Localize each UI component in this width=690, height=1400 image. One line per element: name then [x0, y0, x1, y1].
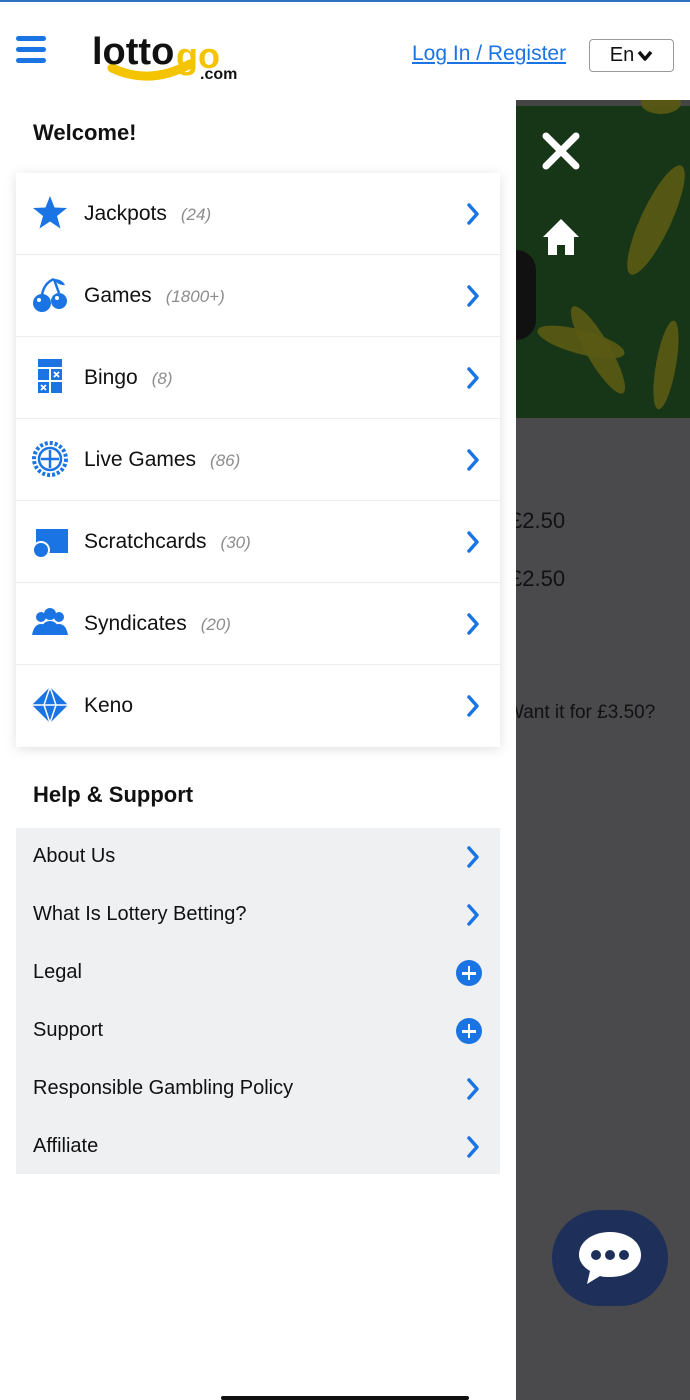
plus-circle-icon[interactable]: [456, 1018, 482, 1044]
menu-item-games[interactable]: Games (1800+): [16, 255, 500, 337]
chevron-right-icon: [467, 285, 479, 307]
menu-item-label: Scratchcards: [84, 529, 207, 553]
home-indicator: [221, 1396, 469, 1400]
help-item-what-is-lottery-betting[interactable]: What Is Lottery Betting?: [16, 886, 500, 944]
help-item-label: Affiliate: [33, 1135, 99, 1157]
chevron-down-icon: [637, 50, 653, 61]
menu-item-label: Syndicates: [84, 611, 187, 635]
star-icon: [33, 196, 67, 229]
chevron-right-icon: [467, 1136, 479, 1158]
background-page: £2.50 £2.50 Want it for £3.50?: [516, 100, 690, 1400]
menu-item-label: Games: [84, 283, 152, 307]
chevron-right-icon: [467, 846, 479, 868]
help-item-about-us[interactable]: About Us: [16, 828, 500, 886]
menu-item-count: (1800+): [165, 286, 225, 306]
top-header: lotto go .com Log In / Register En: [0, 0, 690, 100]
language-select[interactable]: En: [589, 39, 674, 72]
help-item-label: Responsible Gambling Policy: [33, 1077, 294, 1099]
menu-item-count: (8): [151, 368, 173, 388]
welcome-heading: Welcome!: [33, 120, 137, 145]
help-item-label: About Us: [33, 845, 116, 867]
language-value: En: [609, 44, 635, 66]
close-icon[interactable]: [540, 130, 582, 172]
bingo-card-icon: [38, 359, 62, 393]
help-support-heading: Help & Support: [33, 782, 194, 807]
menu-item-label: Live Games: [84, 447, 197, 471]
price-text: £2.50: [516, 566, 566, 591]
help-support-menu: About Us What Is Lottery Betting? Legal …: [16, 828, 500, 1174]
menu-item-count: (30): [220, 532, 251, 552]
menu-item-live-games[interactable]: Live Games (86): [16, 419, 500, 501]
home-icon[interactable]: [539, 215, 583, 259]
roulette-icon: [32, 441, 68, 477]
diamond-icon: [32, 687, 68, 723]
menu-item-syndicates[interactable]: Syndicates (20): [16, 583, 500, 665]
people-icon: [32, 608, 68, 635]
help-item-label: Support: [33, 1019, 104, 1041]
menu-item-label: Jackpots: [84, 201, 167, 225]
scratchcard-icon: [32, 529, 68, 559]
menu-item-count: (24): [180, 204, 212, 224]
menu-item-bingo[interactable]: Bingo (8): [16, 337, 500, 419]
help-item-responsible-gambling[interactable]: Responsible Gambling Policy: [16, 1060, 500, 1118]
help-item-label: Legal: [33, 961, 82, 983]
navigation-drawer: Welcome! Jackpots (24) Games (1800+) Bin…: [0, 100, 516, 1400]
chevron-right-icon: [467, 613, 479, 635]
chat-button[interactable]: [552, 1210, 668, 1306]
menu-item-keno[interactable]: Keno: [16, 665, 500, 747]
chevron-right-icon: [467, 531, 479, 553]
chevron-right-icon: [467, 367, 479, 389]
menu-icon[interactable]: [16, 36, 46, 66]
chevron-right-icon: [467, 203, 479, 225]
menu-item-label: Bingo: [84, 365, 138, 389]
menu-item-jackpots[interactable]: Jackpots (24): [16, 173, 500, 255]
lottogo-logo[interactable]: lotto go .com: [90, 24, 240, 86]
help-item-support[interactable]: Support: [16, 1002, 500, 1060]
chevron-right-icon: [467, 449, 479, 471]
plus-circle-icon[interactable]: [456, 960, 482, 986]
chat-bubble-icon: [579, 1232, 641, 1284]
menu-item-count: (86): [210, 450, 241, 470]
help-item-label: What Is Lottery Betting?: [33, 903, 247, 925]
help-item-affiliate[interactable]: Affiliate: [16, 1118, 500, 1176]
svg-text:.com: .com: [200, 66, 237, 83]
help-item-legal[interactable]: Legal: [16, 944, 500, 1002]
upsell-question: Want it for £3.50?: [516, 702, 656, 723]
chevron-right-icon: [467, 695, 479, 717]
games-menu: Jackpots (24) Games (1800+) Bingo (8) Li…: [16, 173, 500, 747]
svg-text:lotto: lotto: [92, 31, 174, 73]
menu-item-label: Keno: [84, 694, 134, 717]
menu-item-count: (20): [200, 614, 231, 634]
cherries-icon: [33, 277, 67, 312]
chevron-right-icon: [467, 904, 479, 926]
menu-item-scratchcards[interactable]: Scratchcards (30): [16, 501, 500, 583]
login-register-link[interactable]: Log In / Register: [412, 42, 566, 66]
game-banner: [516, 100, 690, 418]
chevron-right-icon: [467, 1078, 479, 1100]
price-text: £2.50: [516, 508, 566, 533]
